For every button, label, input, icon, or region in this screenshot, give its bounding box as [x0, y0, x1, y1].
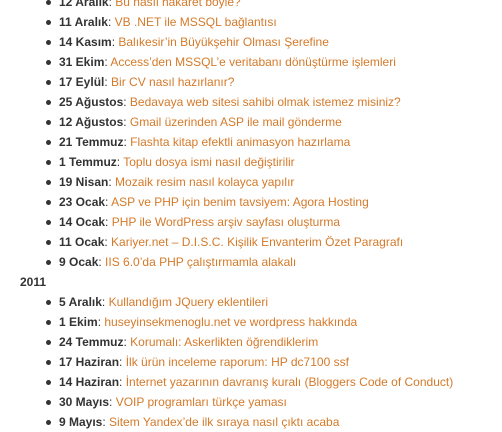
- archive-list: 12 Aralık: Bu nasıl hakaret böyle? 11 Ara…: [0, 0, 502, 432]
- post-title-link[interactable]: Flashta kitap efektli animasyon hazırlam…: [130, 135, 350, 149]
- post-date: 31 Ekim: [59, 55, 105, 69]
- post-list: 5 Aralık: Kullandığım JQuery eklentileri…: [0, 292, 502, 432]
- post-list-item: 23 Ocak: ASP ve PHP için benim tavsiyem:…: [0, 192, 502, 212]
- bullet-icon: [46, 100, 51, 105]
- post-list-item: 11 Ocak: Kariyer.net – D.I.S.C. Kişilik …: [0, 232, 502, 252]
- archive-year-group: 2011 5 Aralık: Kullandığım JQuery eklenti…: [0, 272, 502, 432]
- post-date: 25 Ağustos: [59, 95, 124, 109]
- post-date: 24 Temmuz: [59, 335, 124, 349]
- post-date: 9 Ocak: [59, 255, 99, 269]
- date-separator: :: [119, 375, 126, 389]
- post-date: 14 Kasım: [59, 35, 112, 49]
- post-title-link[interactable]: Kullandığım JQuery eklentileri: [109, 295, 268, 309]
- post-list-item: 21 Temmuz: Flashta kitap efektli animasy…: [0, 132, 502, 152]
- post-title-link[interactable]: Bu nasıl hakaret böyle?: [115, 0, 240, 9]
- post-title-link[interactable]: Gmail üzerinden ASP ile mail gönderme: [130, 115, 342, 129]
- bullet-icon: [46, 120, 51, 125]
- bullet-icon: [46, 240, 51, 245]
- post-date: 11 Aralık: [59, 15, 108, 29]
- post-title-link[interactable]: İlk ürün inceleme raporum: HP dc7100 ssf: [126, 355, 349, 369]
- post-list-item: 24 Temmuz: Korumalı: Askerlikten öğrendi…: [0, 332, 502, 352]
- post-list: 12 Aralık: Bu nasıl hakaret böyle? 11 Ara…: [0, 0, 502, 272]
- bullet-icon: [46, 60, 51, 65]
- date-separator: :: [101, 295, 109, 309]
- post-list-item: 14 Haziran: İnternet yazarının davranış …: [0, 372, 502, 392]
- post-title-link[interactable]: Bedavaya web sitesi sahibi olmak istemez…: [130, 95, 401, 109]
- post-list-item: 9 Ocak: IIS 6.0’da PHP çalıştırmamla ala…: [0, 252, 502, 272]
- bullet-icon: [46, 20, 51, 25]
- year-heading: 2011: [20, 275, 47, 289]
- date-separator: :: [109, 395, 116, 409]
- post-list-item: 1 Temmuz: Toplu dosya ismi nasıl değişti…: [0, 152, 502, 172]
- bullet-icon: [46, 40, 51, 45]
- post-list-item: 14 Ocak: PHP ile WordPress arşiv sayfası…: [0, 212, 502, 232]
- post-title-link[interactable]: Sitem Yandex’de ilk sıraya nasıl çıktı a…: [109, 415, 339, 429]
- post-date: 12 Ağustos: [59, 115, 124, 129]
- bullet-icon: [46, 300, 51, 305]
- post-title-link[interactable]: Bir CV nasıl hazırlanır?: [111, 75, 234, 89]
- post-title-link[interactable]: Kariyer.net – D.I.S.C. Kişilik Envanteri…: [111, 235, 403, 249]
- bullet-icon: [46, 400, 51, 405]
- bullet-icon: [46, 180, 51, 185]
- post-list-item: 11 Aralık: VB .NET ile MSSQL bağlantısı: [0, 12, 502, 32]
- date-separator: :: [119, 355, 126, 369]
- post-title-link[interactable]: Balıkesir’in Büyükşehir Olması Şerefine: [118, 35, 329, 49]
- post-list-item: 25 Ağustos: Bedavaya web sitesi sahibi o…: [0, 92, 502, 112]
- bullet-icon: [46, 380, 51, 385]
- bullet-icon: [46, 220, 51, 225]
- post-title-link[interactable]: Mozaik resim nasıl kolayca yapılır: [115, 175, 294, 189]
- post-date: 1 Ekim: [59, 315, 98, 329]
- date-separator: :: [123, 95, 130, 109]
- post-title-link[interactable]: huseyinsekmenoglu.net ve wordpress hakkı…: [104, 315, 357, 329]
- post-date: 1 Temmuz: [59, 155, 117, 169]
- post-title-link[interactable]: IIS 6.0’da PHP çalıştırmamla alakalı: [105, 255, 296, 269]
- archive-year-group: 12 Aralık: Bu nasıl hakaret böyle? 11 Ara…: [0, 0, 502, 272]
- post-date: 19 Nisan: [59, 175, 109, 189]
- post-list-item: 17 Haziran: İlk ürün inceleme raporum: H…: [0, 352, 502, 372]
- post-title-link[interactable]: Access’den MSSQL’e veritabanı dönüştürme…: [110, 55, 395, 69]
- post-title-link[interactable]: VB .NET ile MSSQL bağlantısı: [115, 15, 277, 29]
- post-date: 14 Haziran: [59, 375, 120, 389]
- bullet-icon: [46, 80, 51, 85]
- post-list-item: 1 Ekim: huseyinsekmenoglu.net ve wordpre…: [0, 312, 502, 332]
- post-date: 5 Aralık: [59, 295, 102, 309]
- date-separator: :: [123, 115, 130, 129]
- bullet-icon: [46, 160, 51, 165]
- post-list-item: 31 Ekim: Access’den MSSQL’e veritabanı d…: [0, 52, 502, 72]
- post-title-link[interactable]: Korumalı: Askerlikten öğrendiklerim: [130, 335, 318, 349]
- post-date: 17 Eylül: [59, 75, 105, 89]
- post-date: 11 Ocak: [59, 235, 105, 249]
- bullet-icon: [46, 420, 51, 425]
- bullet-icon: [46, 360, 51, 365]
- post-list-item: 30 Mayıs: VOIP programları türkçe yaması: [0, 392, 502, 412]
- post-date: 30 Mayıs: [59, 395, 110, 409]
- post-date: 14 Ocak: [59, 215, 106, 229]
- post-title-link[interactable]: VOIP programları türkçe yaması: [116, 395, 287, 409]
- date-separator: :: [107, 15, 115, 29]
- post-list-item: 17 Eylül: Bir CV nasıl hazırlanır?: [0, 72, 502, 92]
- post-list-item: 9 Mayıs: Sitem Yandex’de ilk sıraya nası…: [0, 412, 502, 432]
- post-date: 17 Haziran: [59, 355, 120, 369]
- bullet-icon: [46, 320, 51, 325]
- post-title-link[interactable]: PHP ile WordPress arşiv sayfası oluşturm…: [112, 215, 340, 229]
- post-title-link[interactable]: Toplu dosya ismi nasıl değiştirilir: [123, 155, 294, 169]
- post-date: 9 Mayıs: [59, 415, 103, 429]
- bullet-icon: [46, 260, 51, 265]
- post-list-item: 14 Kasım: Balıkesir’in Büyükşehir Olması…: [0, 32, 502, 52]
- bullet-icon: [46, 200, 51, 205]
- post-date: 23 Ocak: [59, 195, 106, 209]
- post-list-item: 12 Aralık: Bu nasıl hakaret böyle?: [0, 0, 502, 12]
- post-list-item: 5 Aralık: Kullandığım JQuery eklentileri: [0, 292, 502, 312]
- post-list-item: 19 Nisan: Mozaik resim nasıl kolayca yap…: [0, 172, 502, 192]
- post-date: 21 Temmuz: [59, 135, 124, 149]
- post-title-link[interactable]: ASP ve PHP için benim tavsiyem: Agora Ho…: [111, 195, 369, 209]
- date-separator: :: [105, 215, 112, 229]
- post-date: 12 Aralık: [59, 0, 109, 9]
- post-list-item: 12 Ağustos: Gmail üzerinden ASP ile mail…: [0, 112, 502, 132]
- bullet-icon: [46, 140, 51, 145]
- bullet-icon: [46, 340, 51, 345]
- bullet-icon: [46, 0, 51, 5]
- post-title-link[interactable]: İnternet yazarının davranış kuralı (Blog…: [126, 375, 454, 389]
